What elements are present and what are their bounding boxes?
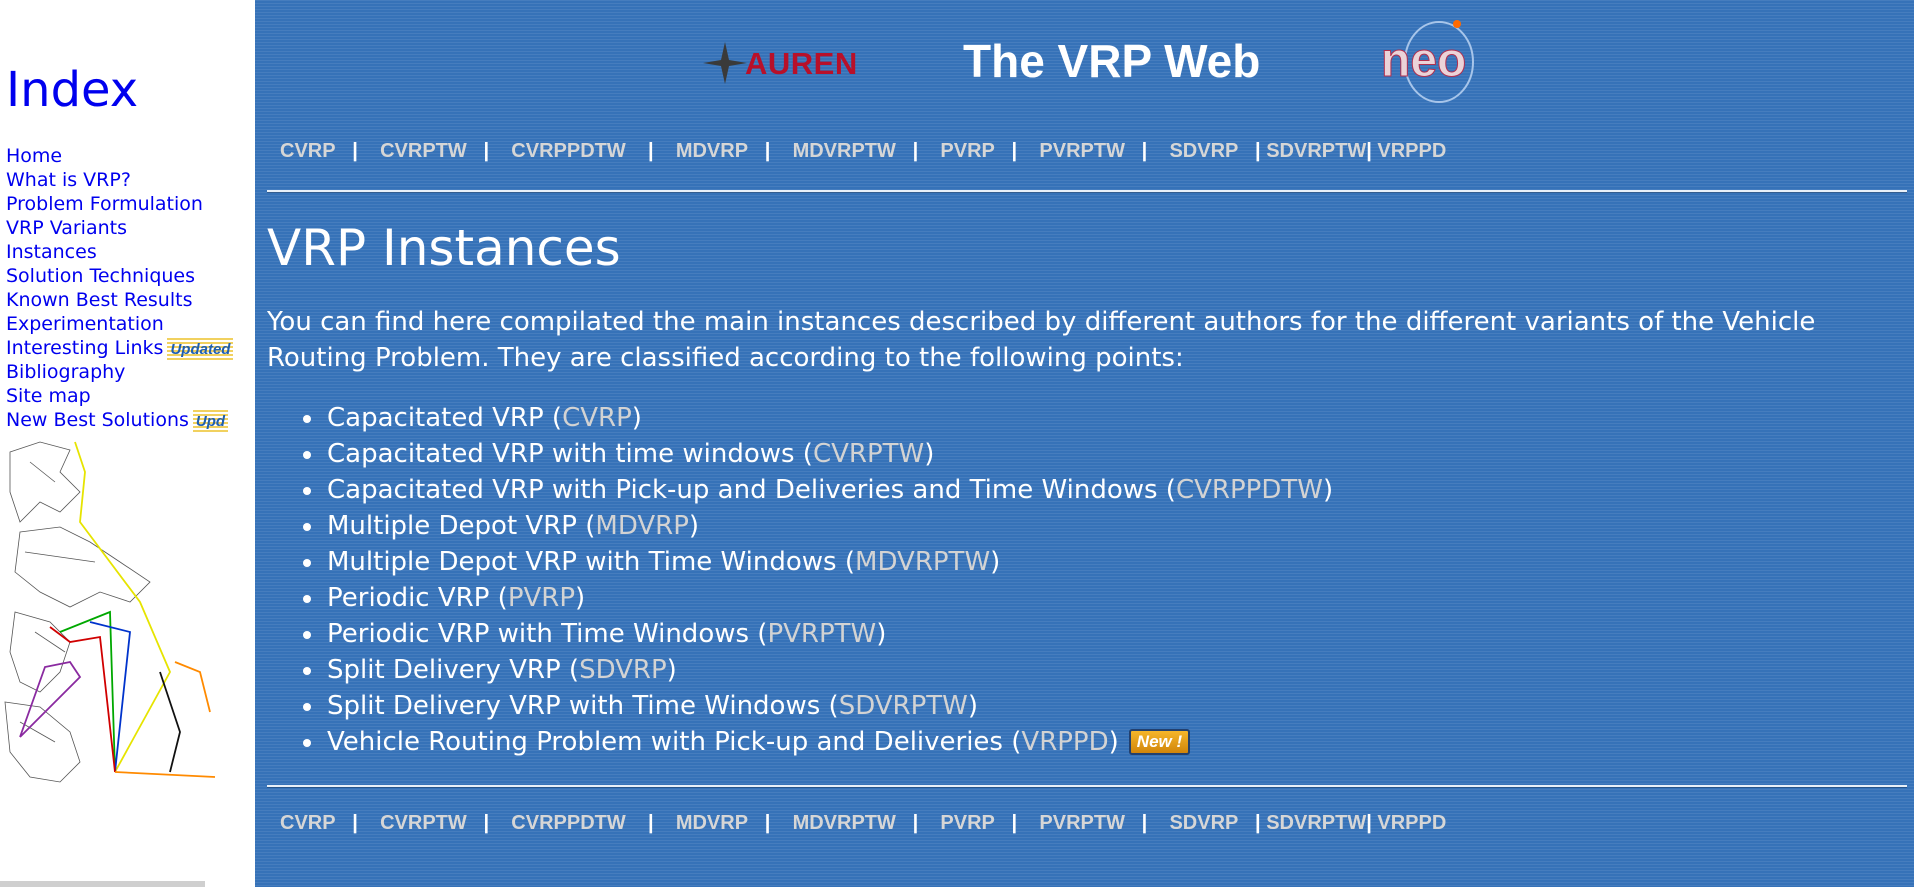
nav-cvrptw[interactable]: CVRPTW: [380, 812, 467, 834]
divider: [267, 785, 1907, 787]
nav-cvrppdtw[interactable]: CVRPPDTW: [511, 140, 625, 162]
sidebar-link-what-is-vrp[interactable]: What is VRP?: [6, 169, 131, 191]
sidebar-item-solution-techniques: Solution Techniques: [6, 264, 233, 288]
list-item: Capacitated VRP (CVRP): [302, 400, 1333, 436]
sidebar-link-vrp-variants[interactable]: VRP Variants: [6, 217, 127, 239]
nav-vrppd[interactable]: VRPPD: [1377, 140, 1446, 162]
nav-mdvrp[interactable]: MDVRP: [676, 812, 748, 834]
nav-mdvrptw[interactable]: MDVRPTW: [793, 812, 896, 834]
nav-cvrppdtw[interactable]: CVRPPDTW: [511, 812, 625, 834]
updated-badge: Upd: [192, 409, 229, 434]
sidebar: Index Home What is VRP? Problem Formulat…: [0, 0, 255, 887]
sidebar-item-vrp-variants: VRP Variants: [6, 216, 233, 240]
sidebar-item-instances: Instances: [6, 240, 233, 264]
variant-link-mdvrp[interactable]: MDVRP: [595, 511, 689, 541]
list-item: Capacitated VRP with time windows (CVRPT…: [302, 436, 1333, 472]
sidebar-link-solution-techniques[interactable]: Solution Techniques: [6, 265, 195, 287]
divider: [267, 190, 1907, 192]
sidebar-link-known-best-results[interactable]: Known Best Results: [6, 289, 192, 311]
sidebar-link-experimentation[interactable]: Experimentation: [6, 313, 164, 335]
auren-logo-text: AUREN: [745, 46, 858, 81]
new-badge: New !: [1128, 729, 1191, 755]
variant-link-cvrp[interactable]: CVRP: [562, 403, 632, 433]
page-title: VRP Instances: [267, 219, 621, 277]
sidebar-nav: Home What is VRP? Problem Formulation VR…: [6, 144, 234, 434]
nav-sdvrp[interactable]: SDVRP: [1169, 140, 1238, 162]
updated-badge: Updated: [167, 337, 234, 362]
sidebar-item-site-map: Site map: [6, 384, 233, 408]
variant-link-mdvrptw[interactable]: MDVRPTW: [855, 547, 990, 577]
variant-link-sdvrp[interactable]: SDVRP: [579, 655, 667, 685]
sidebar-item-known-best-results: Known Best Results: [6, 288, 233, 312]
variant-link-cvrptw[interactable]: CVRPTW: [813, 439, 924, 469]
header: AUREN The VRP Web neo: [255, 0, 1914, 120]
sidebar-item-problem-formulation: Problem Formulation: [6, 192, 233, 216]
horizontal-scrollbar[interactable]: [0, 881, 205, 887]
nav-pvrp[interactable]: PVRP: [940, 140, 994, 162]
intro-paragraph: You can find here compilated the main in…: [267, 307, 1816, 373]
sidebar-link-new-best-solutions[interactable]: New Best Solutions: [6, 409, 189, 431]
variant-nav-top: CVRP | CVRPTW | CVRPPDTW | MDVRP | MDVRP…: [280, 140, 1447, 162]
variant-link-pvrp[interactable]: PVRP: [508, 583, 575, 613]
route-map-image: [4, 441, 216, 783]
sidebar-link-problem-formulation[interactable]: Problem Formulation: [6, 193, 203, 215]
sidebar-title: Index: [6, 62, 139, 118]
neo-logo: neo: [1381, 20, 1474, 103]
nav-pvrp[interactable]: PVRP: [940, 812, 994, 834]
nav-cvrptw[interactable]: CVRPTW: [380, 140, 467, 162]
list-item: Vehicle Routing Problem with Pick-up and…: [302, 724, 1333, 760]
neo-logo-text: neo: [1381, 34, 1466, 87]
variant-link-sdvrptw[interactable]: SDVRPTW: [839, 691, 968, 721]
site-title: The VRP Web: [963, 35, 1261, 87]
variant-list: Capacitated VRP (CVRP) Capacitated VRP w…: [302, 400, 1333, 760]
list-item: Multiple Depot VRP with Time Windows (MD…: [302, 544, 1333, 580]
main-content: AUREN The VRP Web neo CVRP | CVRPTW | CV…: [255, 0, 1914, 887]
sidebar-item-interesting-links: Interesting Links Updated: [6, 336, 234, 362]
sidebar-link-site-map[interactable]: Site map: [6, 385, 91, 407]
sidebar-item-home: Home: [6, 144, 233, 168]
list-item: Periodic VRP with Time Windows (PVRPTW): [302, 616, 1333, 652]
sidebar-item-bibliography: Bibliography: [6, 360, 233, 384]
list-item: Capacitated VRP with Pick-up and Deliver…: [302, 472, 1333, 508]
list-item: Multiple Depot VRP (MDVRP): [302, 508, 1333, 544]
variant-link-cvrppdtw[interactable]: CVRPPDTW: [1176, 475, 1323, 505]
nav-vrppd[interactable]: VRPPD: [1377, 812, 1446, 834]
nav-cvrp[interactable]: CVRP: [280, 812, 336, 834]
sidebar-link-home[interactable]: Home: [6, 145, 62, 167]
sidebar-item-what-is-vrp: What is VRP?: [6, 168, 233, 192]
nav-mdvrp[interactable]: MDVRP: [676, 140, 748, 162]
sidebar-item-new-best-solutions: New Best Solutions Upd: [6, 408, 233, 434]
sidebar-link-interesting-links[interactable]: Interesting Links: [6, 337, 163, 359]
variant-nav-bottom: CVRP | CVRPTW | CVRPPDTW | MDVRP | MDVRP…: [280, 812, 1447, 834]
sidebar-link-instances[interactable]: Instances: [6, 241, 97, 263]
nav-sdvrptw[interactable]: SDVRPTW: [1266, 812, 1366, 834]
list-item: Periodic VRP (PVRP): [302, 580, 1333, 616]
nav-sdvrptw[interactable]: SDVRPTW: [1266, 140, 1366, 162]
sidebar-item-experimentation: Experimentation: [6, 312, 233, 336]
list-item: Split Delivery VRP with Time Windows (SD…: [302, 688, 1333, 724]
nav-pvrptw[interactable]: PVRPTW: [1039, 812, 1125, 834]
nav-sdvrp[interactable]: SDVRP: [1169, 812, 1238, 834]
variant-link-pvrptw[interactable]: PVRPTW: [767, 619, 876, 649]
list-item: Split Delivery VRP (SDVRP): [302, 652, 1333, 688]
nav-pvrptw[interactable]: PVRPTW: [1039, 140, 1125, 162]
sidebar-link-bibliography[interactable]: Bibliography: [6, 361, 125, 383]
variant-link-vrppd[interactable]: VRPPD: [1021, 727, 1108, 757]
nav-mdvrptw[interactable]: MDVRPTW: [793, 140, 896, 162]
nav-cvrp[interactable]: CVRP: [280, 140, 336, 162]
